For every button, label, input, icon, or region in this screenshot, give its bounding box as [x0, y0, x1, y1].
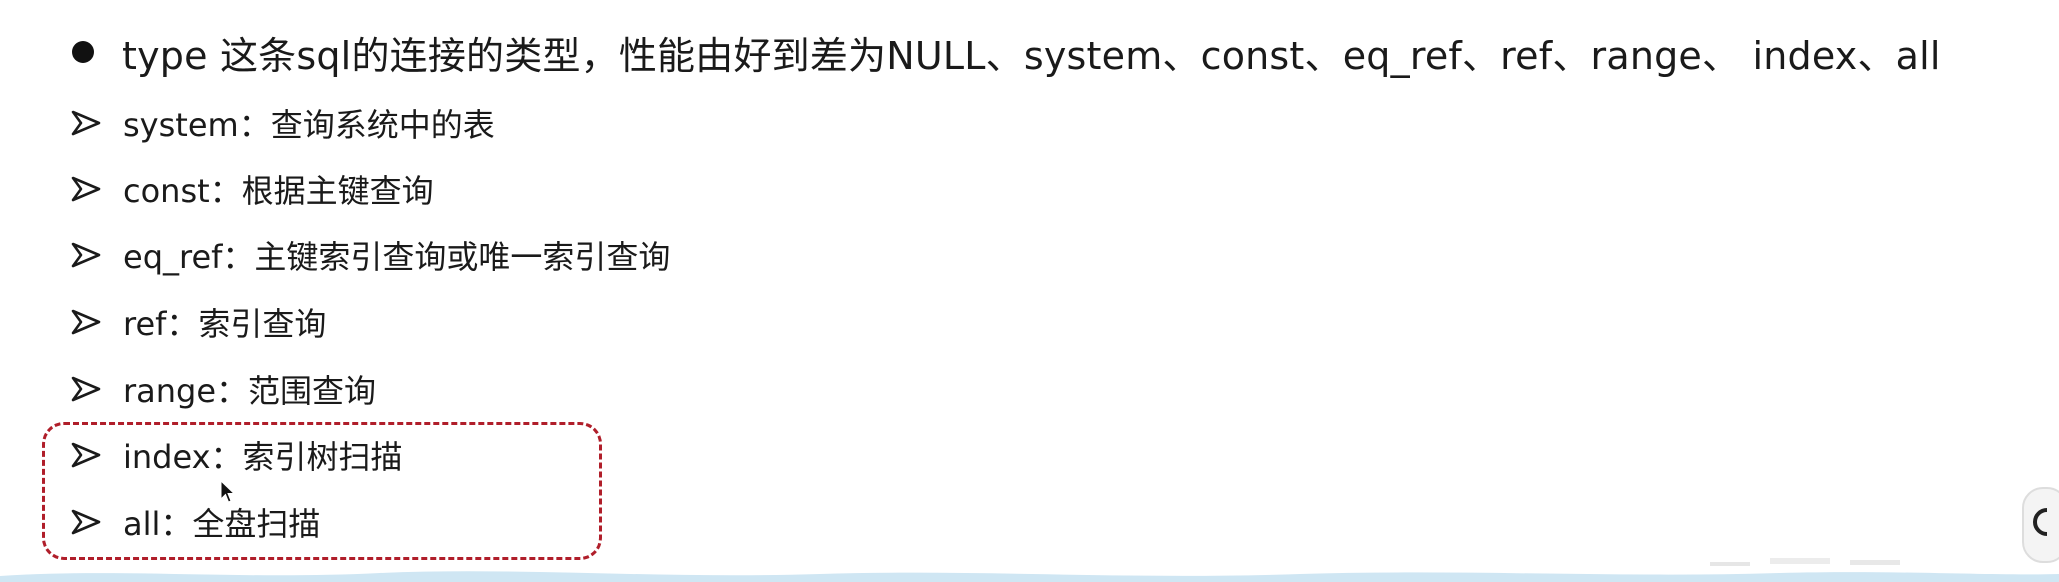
- disc-bullet-icon: [72, 41, 94, 63]
- arrow-bullet-icon: [71, 309, 101, 335]
- list-item-label: range：范围查询: [123, 372, 377, 410]
- arrow-bullet-icon: [71, 110, 101, 136]
- mouse-pointer-icon: [220, 480, 236, 503]
- list-item-label: const：根据主键查询: [123, 172, 434, 210]
- slide: type 这条sql的连接的类型，性能由好到差为NULL、system、cons…: [0, 0, 2059, 582]
- main-bullet-text: type 这条sql的连接的类型，性能由好到差为NULL、system、cons…: [122, 33, 1941, 78]
- floating-widget-icon[interactable]: [2019, 486, 2059, 566]
- list-item-system: system：查询系统中的表: [70, 98, 495, 148]
- highlight-box: [42, 422, 602, 560]
- list-item-eq-ref: eq_ref：主键索引查询或唯一索引查询: [70, 230, 670, 280]
- list-item-label: ref：索引查询: [123, 305, 327, 343]
- list-item-label: system：查询系统中的表: [123, 106, 495, 144]
- watermark: [1710, 558, 1900, 566]
- list-item-const: const：根据主键查询: [70, 164, 434, 214]
- list-item-label: eq_ref：主键索引查询或唯一索引查询: [123, 238, 671, 276]
- arrow-bullet-icon: [71, 242, 101, 268]
- list-item-ref: ref：索引查询: [70, 297, 326, 347]
- arrow-bullet-icon: [71, 176, 101, 202]
- main-bullet: type 这条sql的连接的类型，性能由好到差为NULL、system、cons…: [72, 24, 1941, 80]
- list-item-range: range：范围查询: [70, 364, 376, 414]
- arrow-bullet-icon: [71, 376, 101, 402]
